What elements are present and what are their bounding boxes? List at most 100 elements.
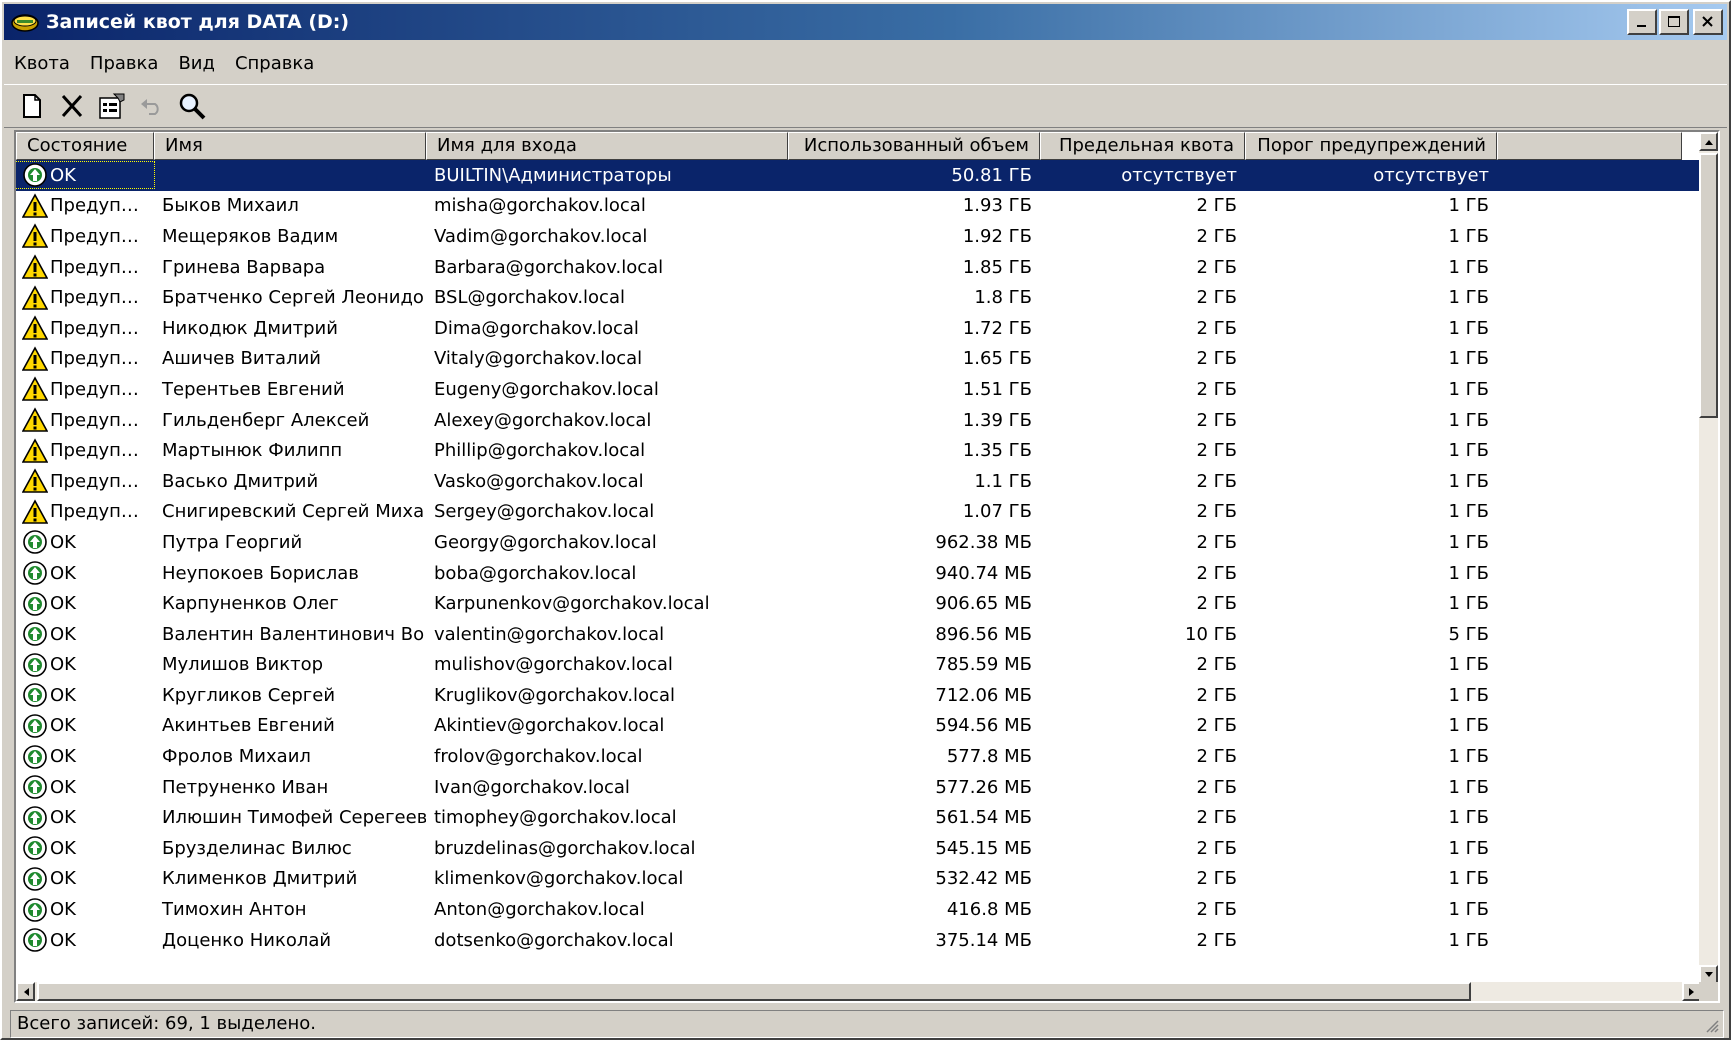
undo-button[interactable] — [136, 90, 168, 122]
name-cell: Акинтьев Евгений — [162, 715, 335, 737]
menu-help[interactable]: Справка — [225, 53, 324, 74]
table-row[interactable]: Предуп… Ашичев Виталий Vitaly@gorchakov.lo… — [16, 344, 1701, 375]
table-row[interactable]: OK Петруненко Иван Ivan@gorchakov.local 577… — [16, 772, 1701, 803]
warning-icon — [21, 315, 49, 341]
table-row[interactable]: Предуп… Гильденберг Алексей Alexey@gorchak… — [16, 405, 1701, 436]
status-cell: OK — [16, 774, 154, 800]
used-space-cell: 545.15 МБ — [935, 837, 1032, 859]
column-header-used[interactable]: Использованный объем — [788, 132, 1040, 160]
minimize-button[interactable] — [1627, 9, 1657, 35]
login-cell: misha@gorchakov.local — [434, 195, 646, 217]
table-row[interactable]: Предуп… Братченко Сергей Леонидо… BSL@gorc… — [16, 282, 1701, 313]
login-cell: Eugeny@gorchakov.local — [434, 378, 659, 400]
quota-limit-cell: 2 ГБ — [1196, 899, 1238, 921]
login-cell: Dima@gorchakov.local — [434, 317, 639, 339]
scroll-left-button[interactable] — [16, 982, 35, 1001]
arrow-down-icon — [1704, 971, 1713, 977]
properties-button[interactable] — [96, 90, 128, 122]
quota-limit-cell: отсутствует — [1121, 164, 1237, 186]
horizontal-scroll-thumb[interactable] — [37, 982, 1471, 1001]
column-header-warning[interactable]: Порог предупреждений — [1245, 132, 1497, 160]
table-row[interactable]: Предуп… Терентьев Евгений Eugeny@gorchakov… — [16, 374, 1701, 405]
ok-icon — [22, 652, 48, 678]
column-headers: Состояние Имя Имя для входа Использованн… — [16, 132, 1682, 160]
table-row[interactable]: Предуп… Гринева Варвара Barbara@gorchakov.… — [16, 252, 1701, 283]
scroll-up-button[interactable] — [1699, 132, 1718, 151]
name-cell: Мещеряков Вадим — [162, 225, 339, 247]
vertical-scroll-thumb[interactable] — [1699, 153, 1718, 418]
table-row[interactable]: OK Илюшин Тимофей Серегеевич timophey@gorc… — [16, 802, 1701, 833]
ok-icon — [22, 621, 48, 647]
used-space-cell: 896.56 МБ — [935, 623, 1032, 645]
column-header-limit[interactable]: Предельная квота — [1040, 132, 1245, 160]
quota-limit-cell: 2 ГБ — [1196, 348, 1238, 370]
table-row[interactable]: OK Мулишов Виктор mulishov@gorchakov.local… — [16, 650, 1701, 681]
used-space-cell: 962.38 МБ — [935, 531, 1032, 553]
resize-grip-icon[interactable] — [1703, 1017, 1719, 1033]
table-row[interactable]: OK Путра Георгий Georgy@gorchakov.local 962… — [16, 527, 1701, 558]
table-row[interactable]: OK Тимохин Антон Anton@gorchakov.local 416.… — [16, 894, 1701, 925]
table-row[interactable]: OK BUILTIN\Администраторы 50.81 ГБ отсутств… — [16, 160, 1701, 191]
used-space-cell: 577.8 МБ — [946, 746, 1032, 768]
table-row[interactable]: Предуп… Быков Михаил misha@gorchakov.local… — [16, 191, 1701, 222]
table-row[interactable]: OK Карпуненков Олег Karpunenkov@gorchakov.… — [16, 588, 1701, 619]
warning-level-cell: 1 ГБ — [1448, 715, 1490, 737]
menu-edit[interactable]: Правка — [80, 53, 169, 74]
find-button[interactable] — [176, 90, 208, 122]
table-row[interactable]: OK Клименков Дмитрий klimenkov@gorchakov.l… — [16, 864, 1701, 895]
table-row[interactable]: OK Доценко Николай dotsenko@gorchakov.loca… — [16, 925, 1701, 956]
used-space-cell: 1.85 ГБ — [962, 256, 1032, 278]
status-cell: OK — [16, 161, 155, 190]
menu-view[interactable]: Вид — [168, 53, 225, 74]
maximize-button[interactable] — [1659, 9, 1689, 35]
name-cell: Петруненко Иван — [162, 776, 329, 798]
ok-icon — [22, 835, 48, 861]
column-header-name[interactable]: Имя — [154, 132, 426, 160]
menu-quota[interactable]: Квота — [4, 53, 80, 74]
table-row[interactable]: Предуп… Снигиревский Сергей Миха… Sergey@g… — [16, 497, 1701, 528]
table-row[interactable]: OK Акинтьев Евгений Akintiev@gorchakov.loc… — [16, 711, 1701, 742]
login-cell: Sergey@gorchakov.local — [434, 501, 655, 523]
close-icon — [1702, 16, 1713, 27]
close-button[interactable] — [1693, 9, 1723, 35]
quota-limit-cell: 2 ГБ — [1196, 776, 1238, 798]
name-cell: Гринева Варвара — [162, 256, 326, 278]
table-row[interactable]: OK Валентин Валентинович Во… valentin@gorc… — [16, 619, 1701, 650]
used-space-cell: 1.39 ГБ — [962, 409, 1032, 431]
table-row[interactable]: Предуп… Никодюк Дмитрий Dima@gorchakov.loc… — [16, 313, 1701, 344]
name-cell: Брузделинас Вилюс — [162, 837, 352, 859]
column-header-login[interactable]: Имя для входа — [426, 132, 788, 160]
new-quota-button[interactable] — [16, 90, 48, 122]
title-bar[interactable]: Записей квот для DATA (D:) — [4, 4, 1727, 40]
status-text: Всего записей: 69, 1 выделено. — [17, 1013, 316, 1034]
window-controls — [1627, 9, 1723, 35]
table-row[interactable]: OK Неупокоев Борислав boba@gorchakov.local… — [16, 558, 1701, 589]
horizontal-scrollbar[interactable] — [16, 982, 1701, 1001]
name-cell: Васько Дмитрий — [162, 470, 319, 492]
table-row[interactable]: OK Кругликов Сергей Kruglikov@gorchakov.lo… — [16, 680, 1701, 711]
used-space-cell: 577.26 МБ — [935, 776, 1032, 798]
quota-entries-list[interactable]: Состояние Имя Имя для входа Использованн… — [14, 130, 1720, 1003]
used-space-cell: 375.14 МБ — [935, 929, 1032, 951]
table-row[interactable]: OK Брузделинас Вилюс bruzdelinas@gorchakov… — [16, 833, 1701, 864]
quota-limit-cell: 2 ГБ — [1196, 868, 1238, 890]
warning-level-cell: 1 ГБ — [1448, 348, 1490, 370]
warning-level-cell: 1 ГБ — [1448, 256, 1490, 278]
table-row[interactable]: Предуп… Мещеряков Вадим Vadim@gorchakov.lo… — [16, 221, 1701, 252]
menu-bar: Квота Правка Вид Справка — [4, 44, 1727, 82]
table-row[interactable]: Предуп… Мартынюк Филипп Phillip@gorchakov.… — [16, 435, 1701, 466]
column-header-status[interactable]: Состояние — [16, 132, 154, 160]
status-text: OK — [50, 531, 76, 553]
warning-level-cell: 1 ГБ — [1448, 929, 1490, 951]
window-title: Записей квот для DATA (D:) — [46, 11, 350, 33]
warning-level-cell: 1 ГБ — [1448, 684, 1490, 706]
arrow-left-icon — [23, 987, 29, 996]
status-text: OK — [50, 837, 76, 859]
table-row[interactable]: Предуп… Васько Дмитрий Vasko@gorchakov.loc… — [16, 466, 1701, 497]
vertical-scrollbar[interactable] — [1699, 132, 1718, 984]
used-space-cell: 906.65 МБ — [935, 593, 1032, 615]
quota-limit-cell: 2 ГБ — [1196, 746, 1238, 768]
delete-button[interactable] — [56, 90, 88, 122]
table-row[interactable]: OK Фролов Михаил frolov@gorchakov.local 577… — [16, 741, 1701, 772]
status-cell: Предуп… — [16, 376, 154, 402]
